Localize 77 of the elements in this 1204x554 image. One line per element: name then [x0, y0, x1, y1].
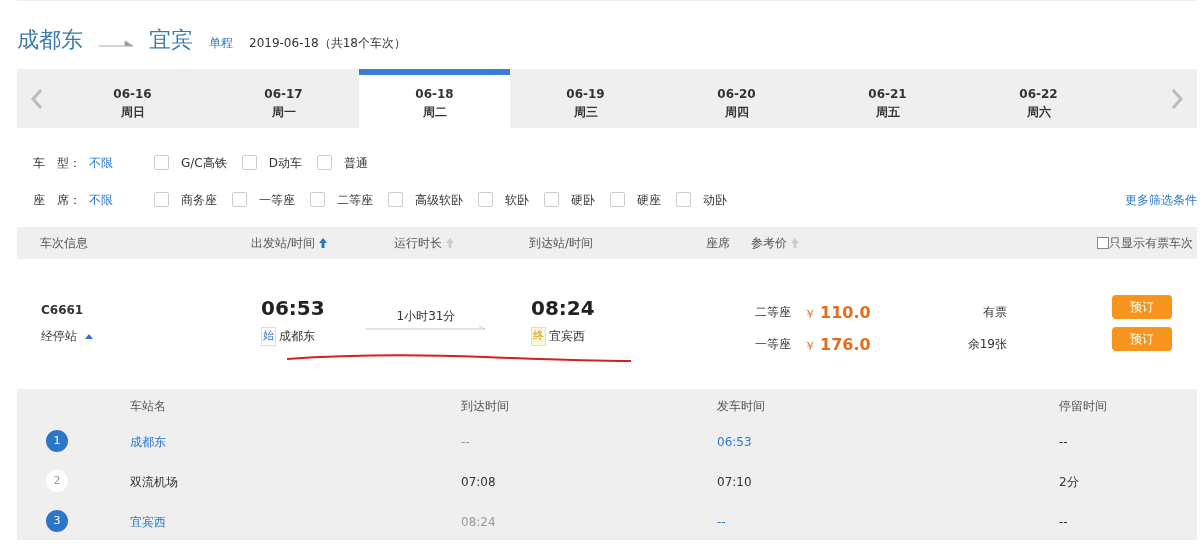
checkbox[interactable] — [241, 155, 257, 170]
arrival-time: 08:24 — [531, 295, 595, 322]
more-filters-link[interactable]: 更多筛选条件 — [1125, 190, 1197, 209]
departure-time: 07:10 — [717, 474, 752, 491]
currency-symbol: ￥ — [804, 338, 816, 355]
origin-tag: 始 — [261, 327, 276, 346]
column-header[interactable]: 运行时长 — [394, 234, 454, 252]
checkbox-label: G/C高铁 — [181, 154, 227, 172]
caret-icon — [85, 333, 93, 339]
column-header: 车站名 — [130, 398, 166, 415]
availability: 余19张 — [966, 336, 1007, 353]
stop-number: 2 — [46, 470, 68, 492]
checkbox[interactable] — [154, 155, 169, 170]
departure-time: 06:53 — [717, 434, 752, 451]
stop-number: 1 — [46, 430, 68, 452]
checkbox[interactable] — [544, 192, 559, 207]
checkbox-label: 一等座 — [259, 191, 295, 209]
filter-all-link[interactable]: 不限 — [89, 190, 154, 209]
trip-type-link[interactable]: 单程 — [209, 34, 233, 52]
checkbox[interactable] — [478, 192, 493, 207]
filter-all-link[interactable]: 不限 — [89, 153, 154, 172]
to-city: 宜宾 — [149, 26, 193, 54]
date-tab[interactable]: 06-18 周二 — [359, 69, 510, 128]
checkbox-label: 商务座 — [181, 191, 217, 209]
stops-toggle[interactable]: 经停站 — [41, 327, 93, 345]
filter-label: 座 席： — [33, 191, 82, 209]
checkbox-label: 动卧 — [703, 191, 727, 209]
checkbox[interactable] — [1097, 237, 1109, 249]
column-header: 停留时间 — [1059, 398, 1107, 415]
availability: 有票 — [982, 304, 1007, 321]
column-header[interactable]: 到达站/时间 — [529, 234, 594, 252]
seat-class: 一等座 — [755, 336, 791, 353]
checkbox[interactable] — [310, 192, 325, 207]
seat-class: 二等座 — [755, 304, 791, 321]
price: 176.0 — [820, 334, 871, 356]
checkbox[interactable] — [232, 192, 247, 207]
stop-duration: 2分 — [1059, 474, 1079, 491]
checkbox-label: 硬座 — [637, 191, 661, 209]
stop-duration: -- — [1059, 514, 1068, 531]
arrival-time: -- — [461, 434, 470, 451]
column-header[interactable]: 车次信息 — [40, 234, 88, 252]
arrival-station: 宜宾西 — [549, 328, 585, 346]
from-city: 成都东 — [17, 26, 83, 54]
checkbox-label: 普通 — [344, 154, 368, 172]
checkbox-label: 只显示有票车次 — [1109, 235, 1193, 252]
column-header: 到达时间 — [461, 398, 509, 415]
checkbox-label: D动车 — [268, 154, 302, 172]
checkbox-label: 二等座 — [337, 191, 373, 209]
departure-time: 06:53 — [261, 295, 325, 322]
departure-station: 成都东 — [279, 328, 315, 346]
destination-tag: 终 — [531, 327, 546, 346]
price: 110.0 — [820, 302, 871, 324]
arrival-time: 07:08 — [461, 474, 496, 491]
column-header[interactable]: 出发站/时间 — [251, 234, 328, 252]
checkbox[interactable] — [154, 192, 169, 207]
column-header: 发车时间 — [717, 398, 765, 415]
arrival-time: 08:24 — [461, 514, 496, 531]
checkbox[interactable] — [388, 192, 403, 207]
stop-duration: -- — [1059, 434, 1068, 451]
station-name: 双流机场 — [130, 474, 178, 491]
station-link[interactable]: 宜宾西 — [130, 513, 166, 531]
train-number: C6661 — [41, 302, 84, 319]
currency-symbol: ￥ — [804, 306, 816, 323]
checkbox[interactable] — [610, 192, 625, 207]
duration: 1小时31分 — [395, 308, 457, 325]
station-link[interactable]: 成都东 — [130, 433, 166, 451]
stop-number: 3 — [46, 510, 68, 532]
checkbox[interactable] — [317, 155, 332, 170]
search-summary: 2019-06-18（共18个车次） — [249, 35, 406, 52]
checkbox-label: 硬卧 — [571, 191, 595, 209]
column-header[interactable]: 参考价 — [751, 234, 799, 252]
checkbox-label: 软卧 — [505, 191, 529, 209]
checkbox-label: 高级软卧 — [415, 191, 463, 209]
filter-label: 车 型： — [33, 154, 82, 172]
departure-time: -- — [717, 514, 726, 531]
column-header[interactable]: 座席 — [706, 234, 730, 252]
checkbox[interactable] — [676, 192, 691, 207]
